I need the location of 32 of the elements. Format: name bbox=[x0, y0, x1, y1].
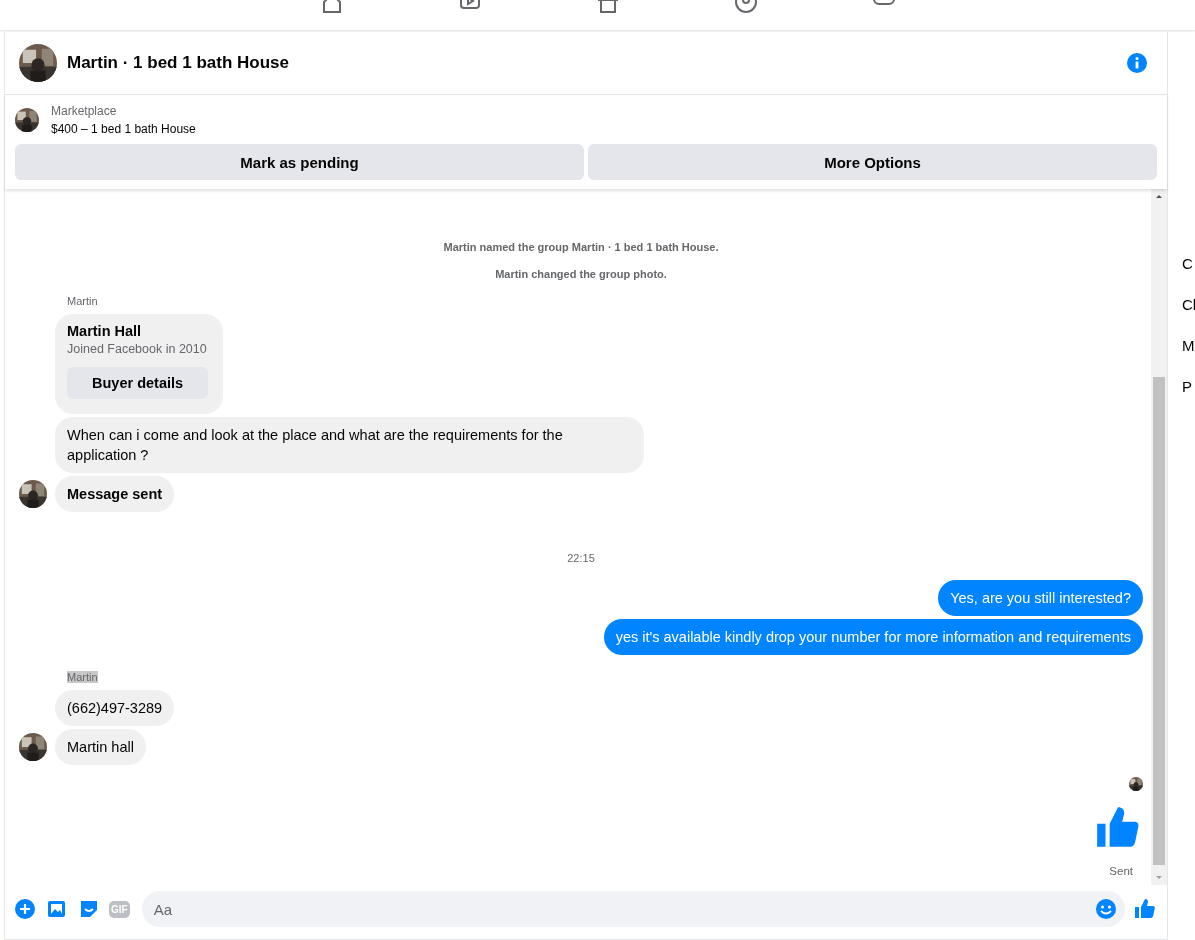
message-bubble: Message sent bbox=[55, 476, 175, 512]
side-menu-item[interactable]: Cl bbox=[1182, 296, 1195, 313]
thumbs-up-icon[interactable] bbox=[1133, 897, 1157, 921]
store-icon[interactable] bbox=[595, 0, 620, 14]
buyer-details-button[interactable]: Buyer details bbox=[67, 367, 209, 399]
scrollbar-thumb[interactable] bbox=[1153, 377, 1165, 865]
timestamp: 22:15 bbox=[566, 552, 596, 564]
side-menu-item[interactable]: C bbox=[1182, 255, 1195, 272]
message-bubble: Yes, are you still interested? bbox=[938, 580, 1143, 616]
event-notice: Martin changed the group photo. bbox=[494, 268, 668, 280]
sender-name: Martin bbox=[67, 295, 98, 307]
emoji-icon[interactable] bbox=[1095, 898, 1117, 920]
side-menu-item[interactable]: P bbox=[1182, 378, 1195, 395]
message-bubble: (662)497-3289 bbox=[55, 690, 175, 726]
listing-title[interactable]: $400 – 1 bed 1 bath House bbox=[51, 122, 196, 136]
sender-name: Martin bbox=[67, 671, 98, 683]
message-bubble: yes it's available kindly drop your number for more information and requirements bbox=[603, 619, 1143, 655]
profile-subtitle: Joined Facebook in 2010 bbox=[67, 342, 208, 356]
event-notice: Martin named the group Martin · 1 bed 1 bath House. bbox=[442, 241, 720, 253]
message-field[interactable]: Aa bbox=[141, 891, 1125, 927]
more-options-button[interactable]: More Options bbox=[588, 144, 1157, 180]
sent-status: Sent bbox=[1109, 865, 1133, 877]
side-menu-item[interactable]: M bbox=[1182, 337, 1195, 354]
plus-icon[interactable] bbox=[13, 897, 37, 921]
message-bubble: Martin hall bbox=[55, 729, 146, 765]
people-icon[interactable] bbox=[733, 0, 758, 14]
info-icon[interactable] bbox=[1127, 53, 1147, 73]
chat-title: Martin · 1 bed 1 bath House bbox=[67, 53, 290, 73]
message-bubble: When can i come and look at the place and what are the requirements for the application ? bbox=[55, 417, 644, 473]
mark-pending-button[interactable]: Mark as pending bbox=[15, 144, 584, 180]
listing-source: Marketplace bbox=[51, 104, 118, 118]
profile-name: Martin Hall bbox=[67, 323, 143, 339]
